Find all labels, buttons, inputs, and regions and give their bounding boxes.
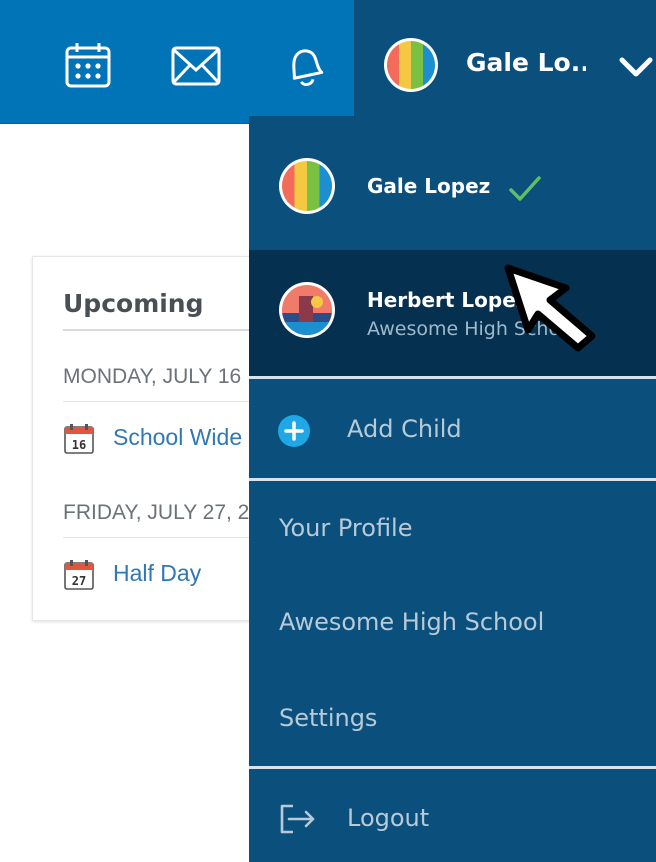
top-nav-bar: Gale Lo... — [0, 0, 656, 124]
calendar-date-icon: 27 — [63, 559, 95, 591]
calendar-icon[interactable] — [62, 40, 114, 92]
divider — [249, 766, 656, 769]
logout-icon — [280, 804, 315, 834]
avatar — [277, 280, 337, 340]
account-name: Herbert Lopez — [367, 288, 528, 312]
chevron-down-icon[interactable] — [616, 52, 656, 82]
menu-item-label: Settings — [279, 704, 378, 732]
menu-item-label: Awesome High School — [279, 608, 545, 636]
check-icon — [509, 176, 541, 201]
bell-icon[interactable] — [278, 40, 330, 92]
logout-label: Logout — [347, 804, 430, 832]
add-child-button[interactable]: Add Child — [249, 379, 656, 479]
account-item-herbert-lopez[interactable]: Herbert Lopez Awesome High School — [249, 250, 656, 376]
menu-item-label: Your Profile — [279, 514, 413, 542]
your-profile-link[interactable]: Your Profile — [249, 482, 656, 576]
add-child-label: Add Child — [347, 415, 462, 443]
account-school: Awesome High School — [367, 318, 578, 340]
account-name: Gale Lopez — [367, 174, 491, 198]
divider — [249, 478, 656, 481]
current-user-name[interactable]: Gale Lo... — [466, 48, 586, 82]
plus-circle-icon — [278, 415, 310, 447]
avatar[interactable] — [382, 36, 440, 94]
mail-icon[interactable] — [170, 40, 222, 92]
school-link[interactable]: Awesome High School — [249, 576, 656, 670]
avatar — [277, 156, 337, 216]
calendar-day-number: 16 — [72, 438, 86, 452]
calendar-date-icon: 16 — [63, 423, 95, 455]
calendar-day-number: 27 — [72, 574, 86, 588]
logout-button[interactable]: Logout — [249, 770, 656, 862]
account-dropdown-menu: Gale Lopez Herbert Lopez Awesome High Sc… — [249, 116, 656, 862]
account-item-gale-lopez[interactable]: Gale Lopez — [249, 116, 656, 250]
app-page: Gale Lo... Upcoming MONDAY, JULY 16 16 S… — [0, 0, 656, 862]
settings-link[interactable]: Settings — [249, 670, 656, 766]
